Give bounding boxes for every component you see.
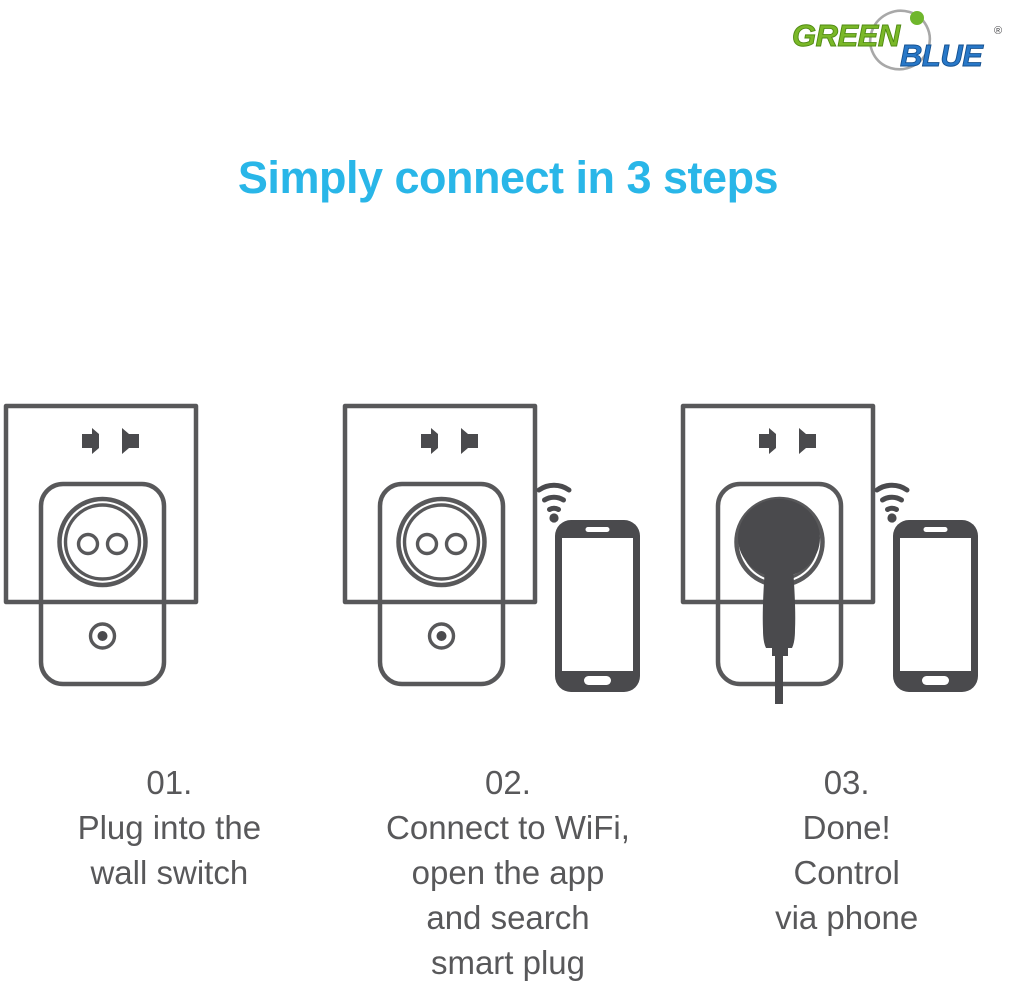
step-02-line-2: open the app: [411, 854, 605, 891]
step-02-illustration: [339, 392, 678, 708]
step-01-line-2: wall switch: [90, 854, 249, 891]
step-02-caption: 02. Connect to WiFi, open the app and se…: [339, 760, 678, 985]
power-button-icon: [88, 622, 117, 650]
wifi-dot-icon: [549, 513, 559, 523]
step-03-line-2: Control: [793, 854, 900, 891]
step-01-illustration: [0, 392, 339, 708]
phone-home-button-icon: [583, 676, 611, 685]
socket-holes: [76, 532, 129, 556]
step-03: 03. Done! Control via phone: [677, 392, 1016, 976]
wall-prongs-icon: [420, 428, 478, 454]
socket-rings: [395, 496, 487, 588]
step-01-line-1: Plug into the: [77, 809, 262, 846]
smartphone-icon: [554, 520, 640, 692]
step-01-caption: 01. Plug into the wall switch: [0, 760, 339, 895]
registered-mark: ®: [994, 25, 1002, 37]
wifi-dot-icon: [887, 513, 897, 523]
power-cable-icon: [775, 650, 784, 704]
phone-speaker-icon: [923, 527, 948, 532]
socket-rings: [57, 496, 148, 588]
step-03-number: 03.: [823, 764, 870, 801]
wifi-icon: [536, 482, 572, 512]
steps-row: 01. Plug into the wall switch 02. Connec…: [0, 392, 1016, 981]
step-02-line-4: smart plug: [430, 944, 586, 981]
wall-prongs-icon: [82, 428, 139, 454]
phone-speaker-icon: [585, 527, 610, 532]
step-01: 01. Plug into the wall switch: [0, 392, 339, 976]
step-03-caption: 03. Done! Control via phone: [677, 760, 1016, 940]
logo-text-green: GREEN: [792, 18, 901, 53]
power-button-icon: [427, 622, 455, 650]
smartphone-icon: [893, 520, 979, 692]
wall-prongs-icon: [759, 428, 817, 454]
step-01-number: 01.: [146, 764, 193, 801]
step-02: 02. Connect to WiFi, open the app and se…: [339, 392, 678, 981]
step-02-line-1: Connect to WiFi,: [386, 809, 630, 846]
step-02-number: 02.: [485, 764, 531, 801]
socket-holes: [415, 532, 467, 556]
step-03-illustration: [677, 392, 1016, 708]
step-02-line-3: and search: [426, 899, 590, 936]
step-03-line-1: Done!: [802, 809, 891, 846]
logo-dot-icon: [910, 11, 924, 25]
page-title: Simply connect in 3 steps: [237, 152, 779, 203]
wifi-icon: [874, 482, 910, 512]
inserted-plug-icon: [738, 499, 821, 656]
phone-home-button-icon: [922, 676, 950, 685]
logo-text-blue: BLUE: [900, 38, 984, 72]
step-03-line-3: via phone: [775, 899, 919, 936]
greenblue-logo: GREEN BLUE ®: [788, 8, 1008, 73]
